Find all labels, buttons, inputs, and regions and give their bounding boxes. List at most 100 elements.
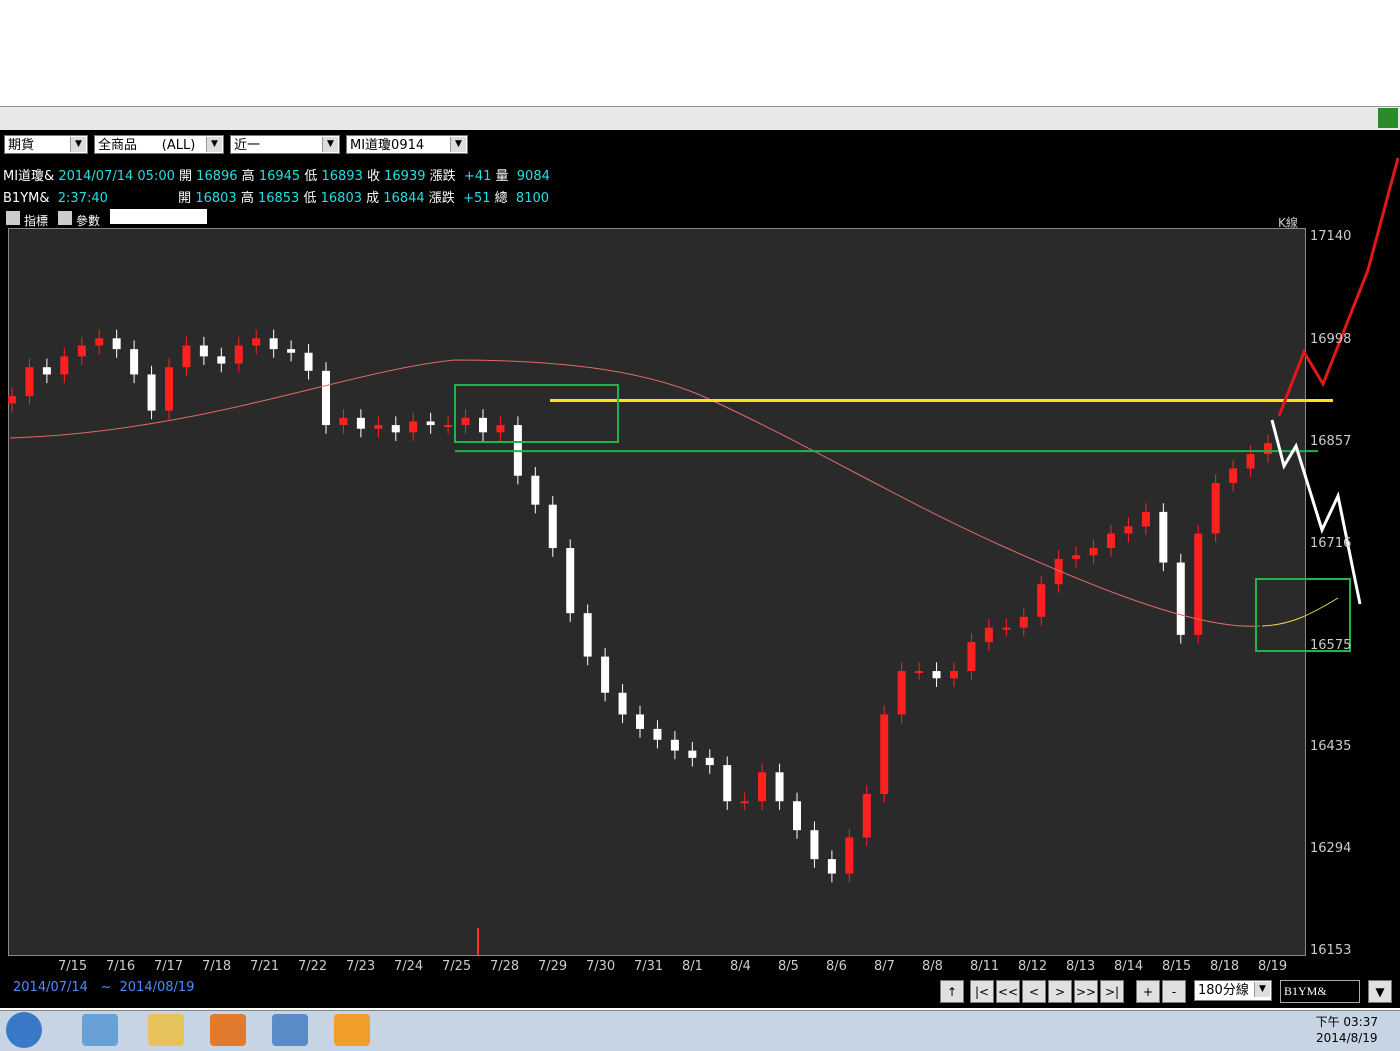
candle-body [130, 349, 139, 375]
y-tick-label: 16575 [1310, 637, 1352, 653]
candle-body [147, 374, 156, 411]
zoom-in-button[interactable]: + [1136, 980, 1160, 1003]
candle-body [1211, 482, 1220, 534]
media-player-icon[interactable] [210, 1014, 246, 1046]
zoom-out-button[interactable]: - [1162, 980, 1186, 1003]
x-tick-label: 7/23 [346, 959, 376, 974]
candle-body [42, 367, 51, 375]
internet-explorer-icon[interactable] [82, 1014, 118, 1046]
candle-body [845, 837, 854, 874]
y-tick-label: 16857 [1310, 433, 1352, 449]
candle-body [583, 613, 592, 657]
candle-body [688, 750, 697, 758]
candle-body [967, 642, 976, 672]
candle-body [793, 801, 801, 831]
x-tick-label: 7/29 [538, 959, 568, 974]
x-tick-label: 8/5 [778, 959, 799, 974]
y-tick-label: 16716 [1310, 535, 1352, 551]
system-tray[interactable] [1106, 1020, 1276, 1040]
candle-body [636, 714, 644, 729]
candle-body [566, 548, 575, 614]
candle-body [932, 671, 941, 679]
candle-body [531, 475, 540, 505]
candle-body [199, 345, 208, 357]
dropdown-button[interactable]: ▼ [1368, 980, 1392, 1003]
x-tick-label: 7/22 [298, 959, 328, 974]
start-orb-icon[interactable] [6, 1012, 42, 1048]
candle-body [862, 794, 871, 838]
candle-body [479, 417, 487, 433]
prev-button[interactable]: < [1022, 980, 1046, 1003]
candle-body [1072, 555, 1081, 559]
date-from: 2014/07/14 [13, 980, 88, 995]
candle-body [897, 671, 906, 715]
x-tick-label: 8/13 [1066, 959, 1096, 974]
y-tick-label: 16294 [1310, 841, 1352, 856]
prev-fast-button[interactable]: << [996, 980, 1020, 1003]
next-button[interactable]: > [1048, 980, 1072, 1003]
clock-date: 2014/8/19 [1316, 1031, 1378, 1045]
x-tick-label: 7/24 [394, 959, 424, 974]
candle-body [1264, 443, 1272, 455]
candle-body [1124, 526, 1133, 534]
bullish-projection-line [1277, 157, 1400, 417]
interval-select-value: 180分線 [1198, 983, 1249, 998]
candle-body [880, 714, 889, 795]
candle-body [1107, 533, 1115, 549]
taskbar-clock[interactable]: 下午 03:37 2014/8/19 [1316, 1014, 1378, 1046]
x-tick-label: 7/30 [586, 959, 616, 974]
candle-body [618, 692, 627, 715]
candle-body [217, 356, 226, 364]
first-button[interactable]: |< [970, 980, 994, 1003]
chart-svg [8, 157, 1400, 955]
candle-body [827, 859, 836, 874]
last-button[interactable]: >| [1100, 980, 1124, 1003]
x-tick-label: 7/15 [58, 959, 88, 974]
candle-body [915, 671, 924, 674]
candle-body [95, 338, 104, 346]
x-tick-label: 7/21 [250, 959, 280, 974]
candle-body [1246, 454, 1255, 469]
x-tick-label: 8/1 [682, 959, 703, 974]
candle-body [810, 830, 819, 860]
candle-body [409, 421, 418, 433]
candle-body [269, 338, 278, 350]
candle-body [548, 504, 557, 549]
candle-body [322, 370, 330, 426]
x-tick-label: 8/11 [970, 959, 1000, 974]
clock-time: 下午 03:37 [1315, 1015, 1378, 1029]
date-tilde: ~ [100, 980, 112, 995]
x-tick-label: 8/14 [1114, 959, 1144, 974]
y-tick-label: 16153 [1310, 943, 1352, 958]
app-icon[interactable] [334, 1014, 370, 1046]
x-tick-label: 8/15 [1162, 959, 1192, 974]
folder-icon[interactable] [148, 1014, 184, 1046]
candle-body [60, 356, 69, 375]
candle-body [444, 425, 453, 428]
x-tick-label: 8/6 [826, 959, 847, 974]
scroll-up-button[interactable]: ↑ [940, 980, 964, 1003]
candle-body [1037, 584, 1046, 617]
interval-select[interactable]: 180分線 ▼ [1194, 980, 1272, 1001]
candle-body [1159, 511, 1168, 563]
candle-body [740, 801, 749, 804]
candle-body [653, 728, 662, 740]
x-tick-label: 7/31 [634, 959, 664, 974]
x-tick-label: 8/18 [1210, 959, 1240, 974]
x-tick-label: 7/18 [202, 959, 232, 974]
candle-body [758, 772, 767, 802]
x-tick-label: 7/17 [154, 959, 184, 974]
y-tick-label: 16998 [1310, 331, 1352, 347]
date-to: 2014/08/19 [119, 980, 195, 995]
candle-body [1002, 627, 1011, 630]
paint-icon[interactable] [272, 1014, 308, 1046]
candle-body [1089, 548, 1098, 556]
symbol-box[interactable]: B1YM& [1280, 980, 1360, 1003]
next-fast-button[interactable]: >> [1074, 980, 1098, 1003]
x-tick-label: 8/7 [874, 959, 895, 974]
x-tick-label: 7/16 [106, 959, 136, 974]
candle-body [775, 772, 784, 802]
candle-body [77, 345, 86, 357]
candle-body [984, 627, 993, 643]
chevron-down-icon[interactable]: ▼ [1254, 982, 1270, 997]
